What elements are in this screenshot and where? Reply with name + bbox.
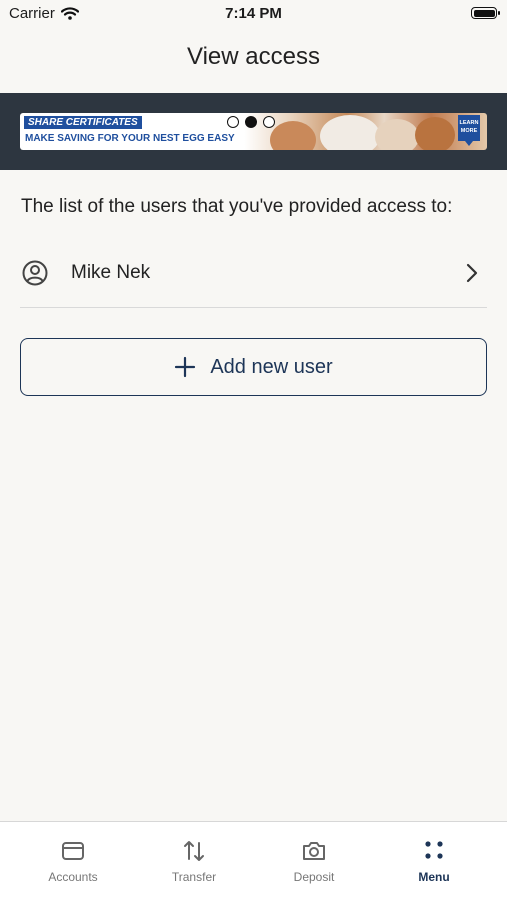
promo-banner-strip: SHARE CERTIFICATES MAKE SAVING FOR YOUR …	[0, 93, 507, 170]
tab-accounts[interactable]: Accounts	[13, 822, 133, 901]
tab-label: Menu	[418, 870, 450, 884]
banner-subline: MAKE SAVING FOR YOUR NEST EGG EASY	[25, 133, 235, 144]
add-user-label: Add new user	[210, 355, 333, 378]
user-name: Mike Nek	[71, 261, 151, 283]
learn-more-button[interactable]: LEARN MORE	[458, 115, 480, 146]
carousel-dot-active[interactable]	[245, 116, 257, 128]
carousel-indicator	[227, 116, 275, 128]
tab-label: Accounts	[48, 870, 98, 884]
wallet-icon	[62, 842, 84, 860]
status-time: 7:14 PM	[225, 5, 282, 22]
list-item[interactable]: Mike Nek	[20, 248, 487, 308]
tab-deposit[interactable]: Deposit	[254, 822, 374, 901]
tab-transfer[interactable]: Transfer	[134, 822, 254, 901]
menu-dots-icon	[425, 841, 443, 859]
transfer-arrows-icon	[184, 841, 204, 861]
carousel-dot[interactable]	[263, 116, 275, 128]
tab-label: Transfer	[171, 870, 217, 884]
status-bar: Carrier 7:14 PM	[0, 0, 507, 26]
tab-bar: Accounts Transfer Deposit Menu	[0, 821, 507, 901]
chevron-right-icon	[466, 263, 478, 282]
carousel-dot[interactable]	[227, 116, 239, 128]
plus-icon	[175, 356, 196, 378]
battery-icon	[471, 7, 500, 19]
tab-label: Deposit	[293, 870, 335, 884]
add-user-button[interactable]: Add new user	[20, 338, 487, 396]
page-title: View access	[187, 43, 320, 70]
banner-headline: SHARE CERTIFICATES	[24, 116, 142, 129]
promo-banner[interactable]: SHARE CERTIFICATES MAKE SAVING FOR YOUR …	[20, 113, 487, 150]
camera-icon	[303, 842, 325, 860]
access-list-intro: The list of the users that you've provid…	[21, 196, 453, 217]
tab-menu[interactable]: Menu	[374, 822, 494, 901]
user-avatar-icon	[22, 260, 48, 285]
